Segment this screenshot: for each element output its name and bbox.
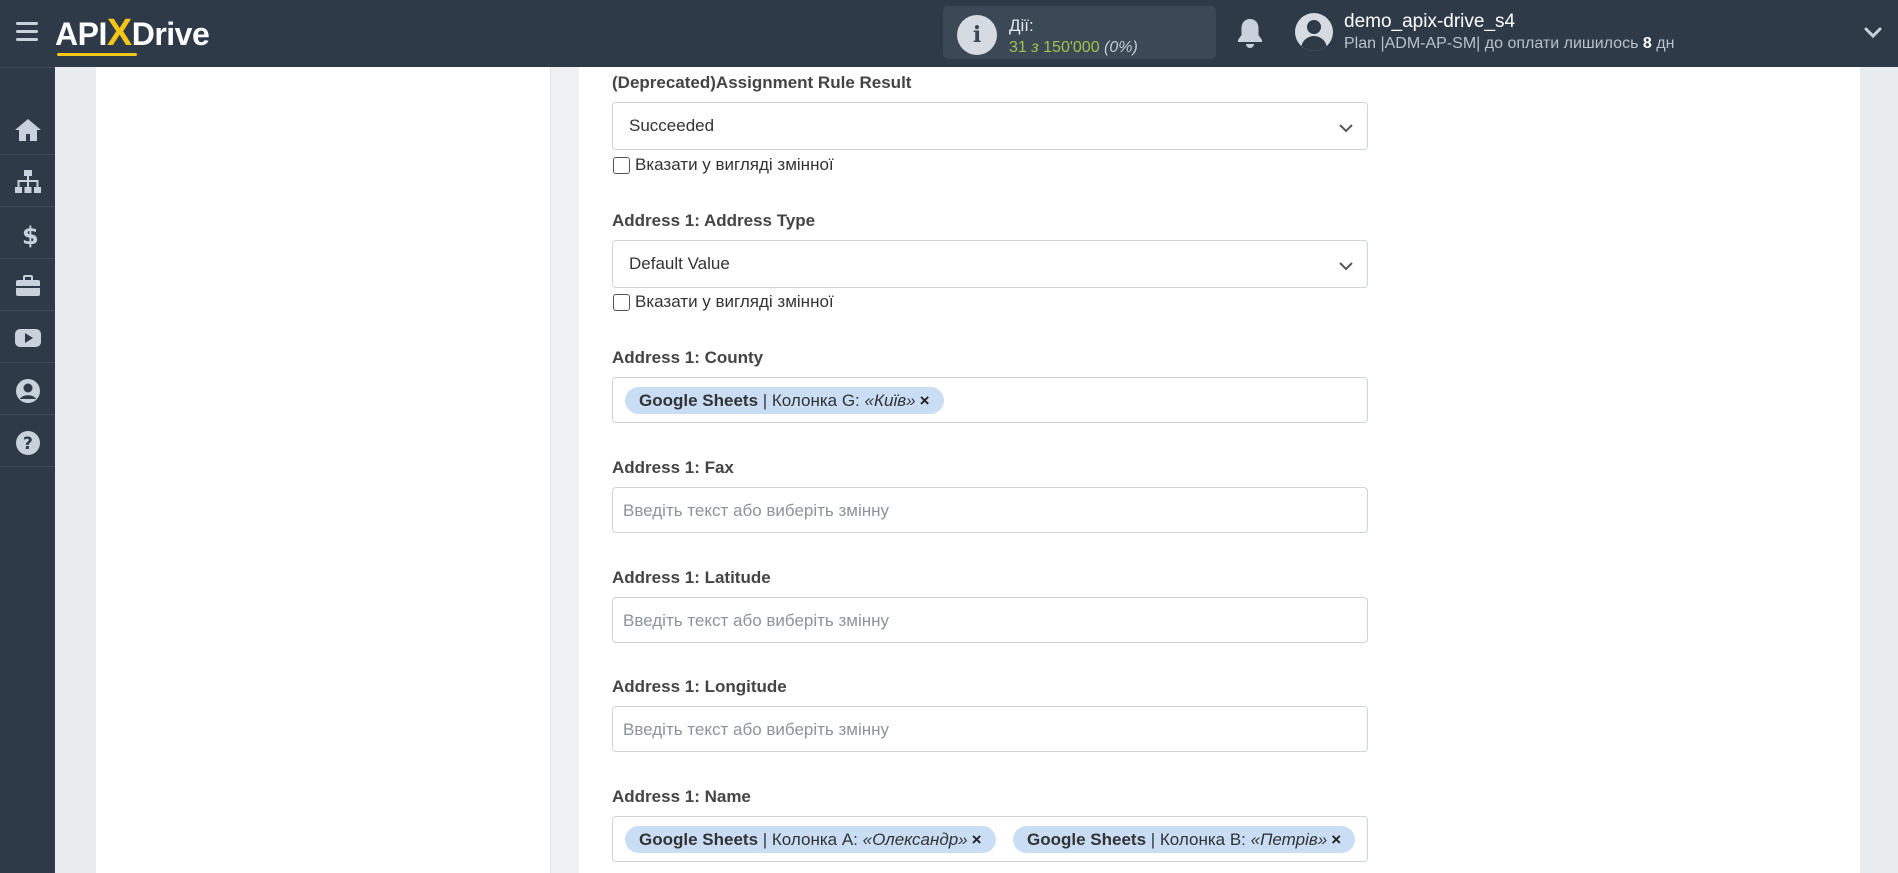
variable-tag[interactable]: Google Sheets | Колонка B: «Петрів» × [1013, 826, 1356, 853]
fax-label: Address 1: Fax [612, 458, 734, 477]
latitude-input[interactable]: Введіть текст або виберіть змінну [612, 597, 1368, 643]
assignment-rule-label: (Deprecated)Assignment Rule Result [612, 73, 912, 92]
county-label: Address 1: County [612, 348, 764, 367]
address-type-label: Address 1: Address Type [612, 211, 816, 230]
info-icon: i [957, 15, 997, 55]
remove-tag-icon[interactable]: × [972, 830, 982, 849]
sidebar-item-billing[interactable]: $ [0, 207, 55, 259]
name-input[interactable]: Google Sheets | Колонка A: «Олександр» × … [612, 816, 1368, 862]
left-panel [96, 67, 551, 873]
fax-input[interactable]: Введіть текст або виберіть змінну [612, 487, 1368, 533]
sidebar-item-help[interactable]: ? [0, 415, 55, 467]
user-circle-icon [16, 379, 40, 403]
actions-title: Дії: [1009, 16, 1034, 35]
top-header: APIXDrive i Дії: 31 з 150'000 (0%) demo_… [0, 0, 1898, 67]
panel-divider [551, 67, 579, 873]
longitude-input[interactable]: Введіть текст або виберіть змінну [612, 706, 1368, 752]
dollar-icon: $ [22, 222, 39, 249]
latitude-label: Address 1: Latitude [612, 568, 771, 587]
sidebar-item-account[interactable] [0, 363, 55, 415]
actions-counter[interactable]: i Дії: 31 з 150'000 (0%) [943, 6, 1216, 59]
remove-tag-icon[interactable]: × [1331, 830, 1341, 849]
svg-text:?: ? [23, 434, 33, 454]
user-name[interactable]: demo_apix-drive_s4 [1344, 11, 1515, 33]
variable-tag[interactable]: Google Sheets | Колонка A: «Олександр» × [625, 826, 996, 853]
checkbox[interactable] [613, 157, 630, 174]
remove-tag-icon[interactable]: × [920, 391, 930, 410]
checkbox[interactable] [613, 294, 630, 311]
address-type-select[interactable]: Default Value [612, 240, 1368, 288]
chevron-down-icon[interactable] [1862, 22, 1884, 44]
sidebar-item-services[interactable] [0, 259, 55, 311]
svg-text:$: $ [22, 222, 39, 249]
assignment-rule-select[interactable]: Succeeded [612, 102, 1368, 150]
help-icon: ? [16, 431, 40, 455]
menu-icon[interactable] [16, 22, 38, 42]
sitemap-icon [15, 170, 41, 193]
actions-count: 31 з 150'000 (0%) [1009, 39, 1138, 56]
name-label: Address 1: Name [612, 787, 751, 806]
chevron-down-icon [1339, 262, 1353, 271]
home-icon [15, 119, 41, 141]
sidebar-item-connections[interactable] [0, 155, 55, 207]
form-panel [579, 67, 1860, 873]
sidebar: $ ? [0, 67, 55, 873]
longitude-label: Address 1: Longitude [612, 677, 787, 696]
variable-tag[interactable]: Google Sheets | Колонка G: «Київ» × [625, 387, 944, 414]
sidebar-item-video[interactable] [0, 311, 55, 363]
sidebar-item-home[interactable] [0, 103, 55, 155]
county-input[interactable]: Google Sheets | Колонка G: «Київ» × [612, 377, 1368, 423]
youtube-icon [15, 329, 41, 347]
user-plan: Plan |ADM-AP-SM| до оплати лишилось 8 дн [1344, 35, 1675, 52]
bell-icon[interactable] [1235, 16, 1265, 50]
avatar-icon[interactable] [1295, 13, 1333, 51]
briefcase-icon [16, 275, 40, 296]
logo[interactable]: APIXDrive [55, 13, 210, 56]
chevron-down-icon [1339, 124, 1353, 133]
